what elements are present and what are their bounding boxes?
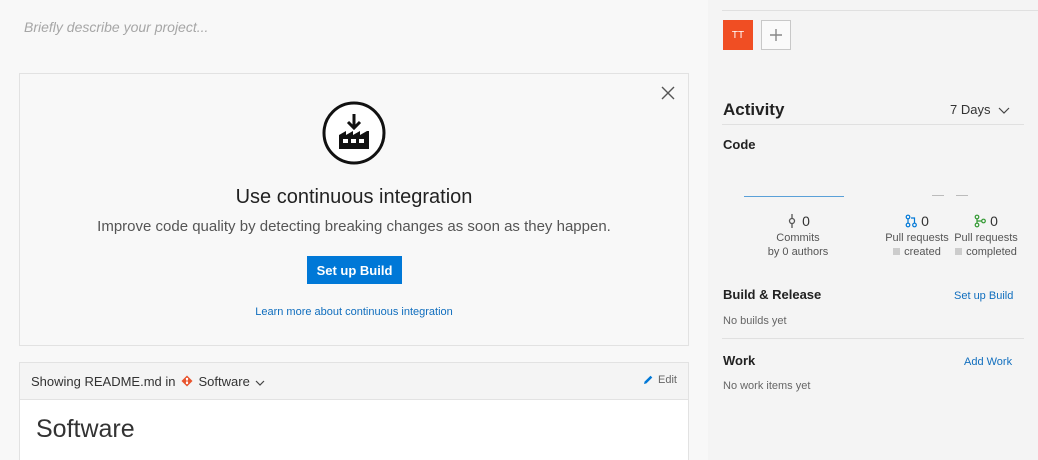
- repo-picker[interactable]: Software: [181, 374, 265, 389]
- project-description[interactable]: Briefly describe your project...: [24, 19, 208, 35]
- activity-sidebar: TT Activity 7 Days Code 0 Commits by 0 a…: [708, 0, 1038, 460]
- chevron-down-icon: [999, 107, 1010, 114]
- no-work-items-text: No work items yet: [723, 380, 811, 392]
- time-range-dropdown[interactable]: 7 Days: [950, 102, 1010, 117]
- build-release-section-label: Build & Release: [723, 287, 822, 302]
- no-builds-text: No builds yet: [723, 315, 787, 327]
- learn-more-link[interactable]: Learn more about continuous integration: [20, 306, 688, 318]
- set-up-build-link[interactable]: Set up Build: [954, 290, 1013, 302]
- pr-created-stat[interactable]: 0 Pull requests created: [882, 213, 952, 258]
- add-work-link[interactable]: Add Work: [964, 356, 1012, 368]
- ci-subtitle: Improve code quality by detecting breaki…: [97, 218, 611, 235]
- avatar[interactable]: TT: [723, 20, 753, 50]
- edit-readme-link[interactable]: Edit: [642, 374, 677, 386]
- edit-label: Edit: [658, 374, 677, 386]
- code-section-label: Code: [723, 137, 756, 152]
- commits-count: 0: [802, 213, 810, 229]
- pr-created-count: 0: [921, 213, 929, 229]
- build-factory-icon: [322, 101, 386, 165]
- divider: [722, 10, 1038, 11]
- close-icon[interactable]: [660, 85, 676, 101]
- git-icon: [181, 375, 193, 387]
- commits-sparkline: [744, 196, 844, 197]
- readme-header: Showing README.md in Software Edit: [20, 363, 688, 400]
- pull-request-icon: [905, 214, 917, 228]
- pencil-icon: [644, 375, 653, 384]
- pull-request-completed-icon: [974, 214, 986, 228]
- pr-completed-label: Pull requests: [954, 232, 1018, 244]
- pr-completed-stat[interactable]: 0 Pull requests completed: [951, 213, 1021, 258]
- repo-name: Software: [198, 373, 250, 389]
- divider: [722, 124, 1024, 125]
- pr-completed-count: 0: [990, 213, 998, 229]
- add-member-button[interactable]: [761, 20, 791, 50]
- ci-title: Use continuous integration: [235, 186, 473, 208]
- pr-completed-sub: completed: [966, 246, 1017, 258]
- readme-showing-label: Showing README.md in: [31, 373, 176, 389]
- activity-title: Activity: [723, 100, 785, 119]
- set-up-build-button[interactable]: Set up Build: [307, 256, 402, 284]
- readme-panel: Showing README.md in Software Edit Softw…: [19, 362, 689, 460]
- chevron-down-icon: [255, 376, 265, 386]
- main-pane: Briefly describe your project... Use con…: [0, 0, 708, 460]
- ci-promo-card: Use continuous integration Improve code …: [19, 73, 689, 346]
- plus-icon: [770, 29, 782, 41]
- legend-swatch: [955, 248, 963, 255]
- commits-label: Commits: [776, 232, 820, 244]
- commits-sub: by 0 authors: [767, 246, 829, 258]
- pr-completed-sparkline: [956, 195, 968, 196]
- pr-created-sub: created: [904, 246, 941, 258]
- pr-created-sparkline: [932, 195, 944, 196]
- commits-stat[interactable]: 0 Commits by 0 authors: [754, 213, 842, 258]
- legend-swatch: [893, 248, 901, 255]
- commit-icon: [788, 214, 796, 228]
- readme-heading: Software: [36, 415, 135, 443]
- time-range-value: 7 Days: [950, 102, 991, 117]
- pr-created-label: Pull requests: [885, 232, 949, 244]
- work-section-label: Work: [723, 353, 756, 368]
- divider: [722, 338, 1024, 339]
